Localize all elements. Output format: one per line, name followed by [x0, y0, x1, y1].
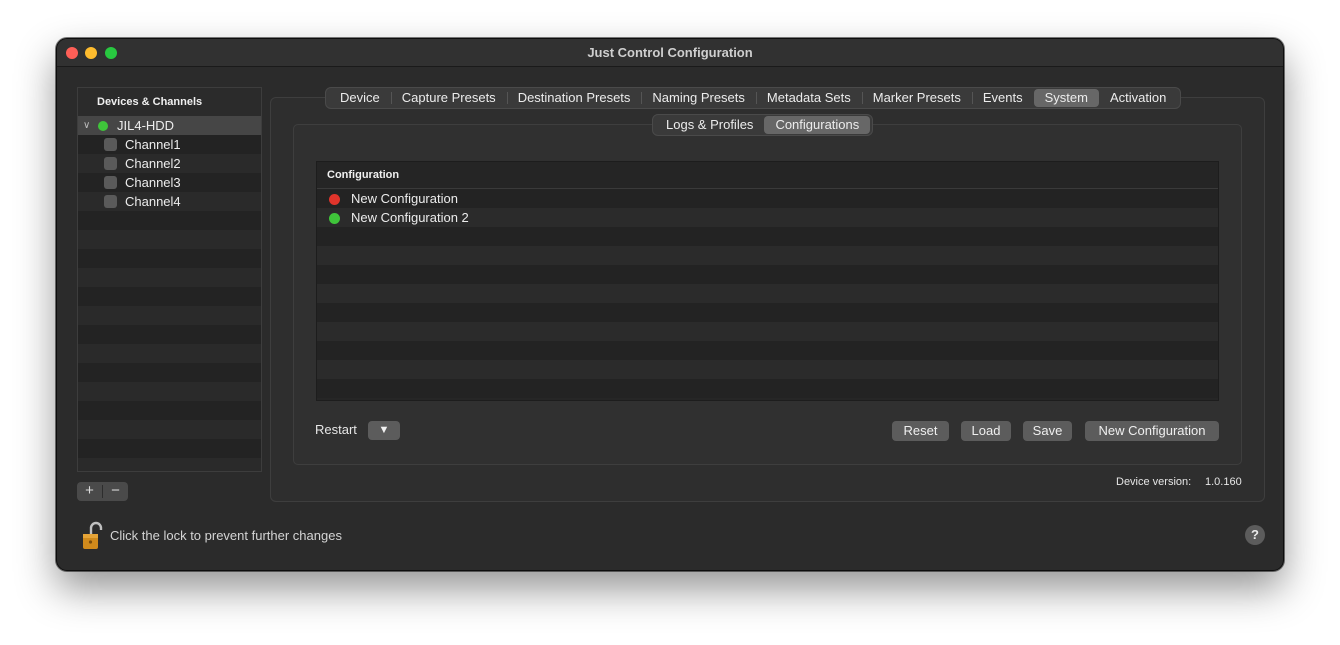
configuration-name: New Configuration [351, 191, 458, 206]
empty-list-row [78, 325, 261, 344]
tab-device[interactable]: Device [329, 89, 391, 107]
add-remove-control: + − [77, 482, 128, 501]
sidebar-item-channel[interactable]: Channel4 [78, 192, 261, 211]
channel-label: Channel3 [125, 175, 181, 190]
tab-events[interactable]: Events [971, 89, 1034, 107]
tab-logs-profiles[interactable]: Logs & Profiles [655, 116, 764, 134]
empty-table-row [317, 265, 1218, 284]
device-name: JIL4-HDD [117, 118, 175, 133]
device-version-label: Device version: [1116, 476, 1192, 488]
sidebar-item-channel[interactable]: Channel3 [78, 173, 261, 192]
empty-list-row [78, 401, 261, 420]
table-row[interactable]: New Configuration [317, 189, 1218, 208]
close-window-button[interactable] [66, 47, 78, 59]
device-version-value: 1.0.160 [1205, 476, 1242, 488]
empty-table-row [317, 227, 1218, 246]
devices-channels-header: Devices & Channels [78, 88, 261, 116]
restart-label: Restart [315, 422, 357, 437]
empty-list-row [78, 363, 261, 382]
title-bar: Just Control Configuration [57, 39, 1283, 67]
empty-table-row [317, 360, 1218, 379]
sidebar-item-device[interactable]: ∨ JIL4-HDD [78, 116, 261, 135]
tab-marker-presets[interactable]: Marker Presets [861, 89, 972, 107]
system-subtab-bar: Logs & Profiles Configurations [652, 114, 874, 136]
configuration-name: New Configuration 2 [351, 210, 469, 225]
channel-label: Channel2 [125, 156, 181, 171]
zoom-window-button[interactable] [105, 47, 117, 59]
tab-system[interactable]: System [1033, 89, 1099, 107]
app-window: Just Control Configuration Devices & Cha… [56, 38, 1284, 571]
configurations-table: Configuration New Configuration New Conf… [316, 161, 1219, 401]
empty-table-row [317, 379, 1218, 398]
tab-naming-presets[interactable]: Naming Presets [641, 89, 755, 107]
tab-metadata-sets[interactable]: Metadata Sets [755, 89, 862, 107]
channel-checkbox[interactable] [104, 195, 117, 208]
help-button[interactable]: ? [1245, 525, 1265, 545]
sidebar-item-channel[interactable]: Channel2 [78, 154, 261, 173]
channel-label: Channel4 [125, 194, 181, 209]
column-header-configuration[interactable]: Configuration [317, 162, 1218, 189]
restart-popup-button[interactable]: ▼ [368, 421, 400, 440]
empty-list-row [78, 306, 261, 325]
empty-list-row [78, 382, 261, 401]
channel-label: Channel1 [125, 137, 181, 152]
tab-activation[interactable]: Activation [1099, 89, 1177, 107]
configuration-status-indicator [329, 212, 340, 224]
empty-list-row [78, 287, 261, 306]
empty-list-row [78, 439, 261, 458]
empty-table-row [317, 322, 1218, 341]
window-title: Just Control Configuration [587, 45, 753, 60]
empty-list-row [78, 230, 261, 249]
configuration-status-indicator [329, 193, 340, 205]
save-button[interactable]: Save [1023, 421, 1072, 441]
empty-table-row [317, 341, 1218, 360]
unlocked-lock-icon[interactable] [82, 521, 104, 551]
sidebar-item-channel[interactable]: Channel1 [78, 135, 261, 154]
add-device-button[interactable]: + [77, 482, 102, 501]
empty-list-row [78, 344, 261, 363]
empty-list-row [78, 211, 261, 230]
remove-device-button[interactable]: − [103, 482, 128, 501]
empty-table-row [317, 284, 1218, 303]
empty-list-row [78, 268, 261, 287]
empty-table-row [317, 303, 1218, 322]
empty-list-row [78, 249, 261, 268]
tab-destination-presets[interactable]: Destination Presets [506, 89, 642, 107]
empty-table-row [317, 246, 1218, 265]
channel-checkbox[interactable] [104, 157, 117, 170]
load-button[interactable]: Load [961, 421, 1011, 441]
devices-channels-list: Devices & Channels ∨ JIL4-HDD Channel1 C… [77, 87, 262, 472]
new-configuration-button[interactable]: New Configuration [1085, 421, 1219, 441]
tab-configurations[interactable]: Configurations [764, 116, 871, 134]
table-row[interactable]: New Configuration 2 [317, 208, 1218, 227]
channel-checkbox[interactable] [104, 176, 117, 189]
empty-list-row [78, 420, 261, 439]
device-status-indicator [98, 121, 108, 131]
empty-list-row [78, 458, 261, 471]
channel-checkbox[interactable] [104, 138, 117, 151]
main-tab-bar: Device Capture Presets Destination Prese… [325, 87, 1182, 109]
reset-button[interactable]: Reset [892, 421, 949, 441]
lock-status-text: Click the lock to prevent further change… [110, 528, 342, 543]
minimize-window-button[interactable] [85, 47, 97, 59]
tab-capture-presets[interactable]: Capture Presets [390, 89, 507, 107]
chevron-down-icon[interactable]: ∨ [83, 116, 90, 135]
